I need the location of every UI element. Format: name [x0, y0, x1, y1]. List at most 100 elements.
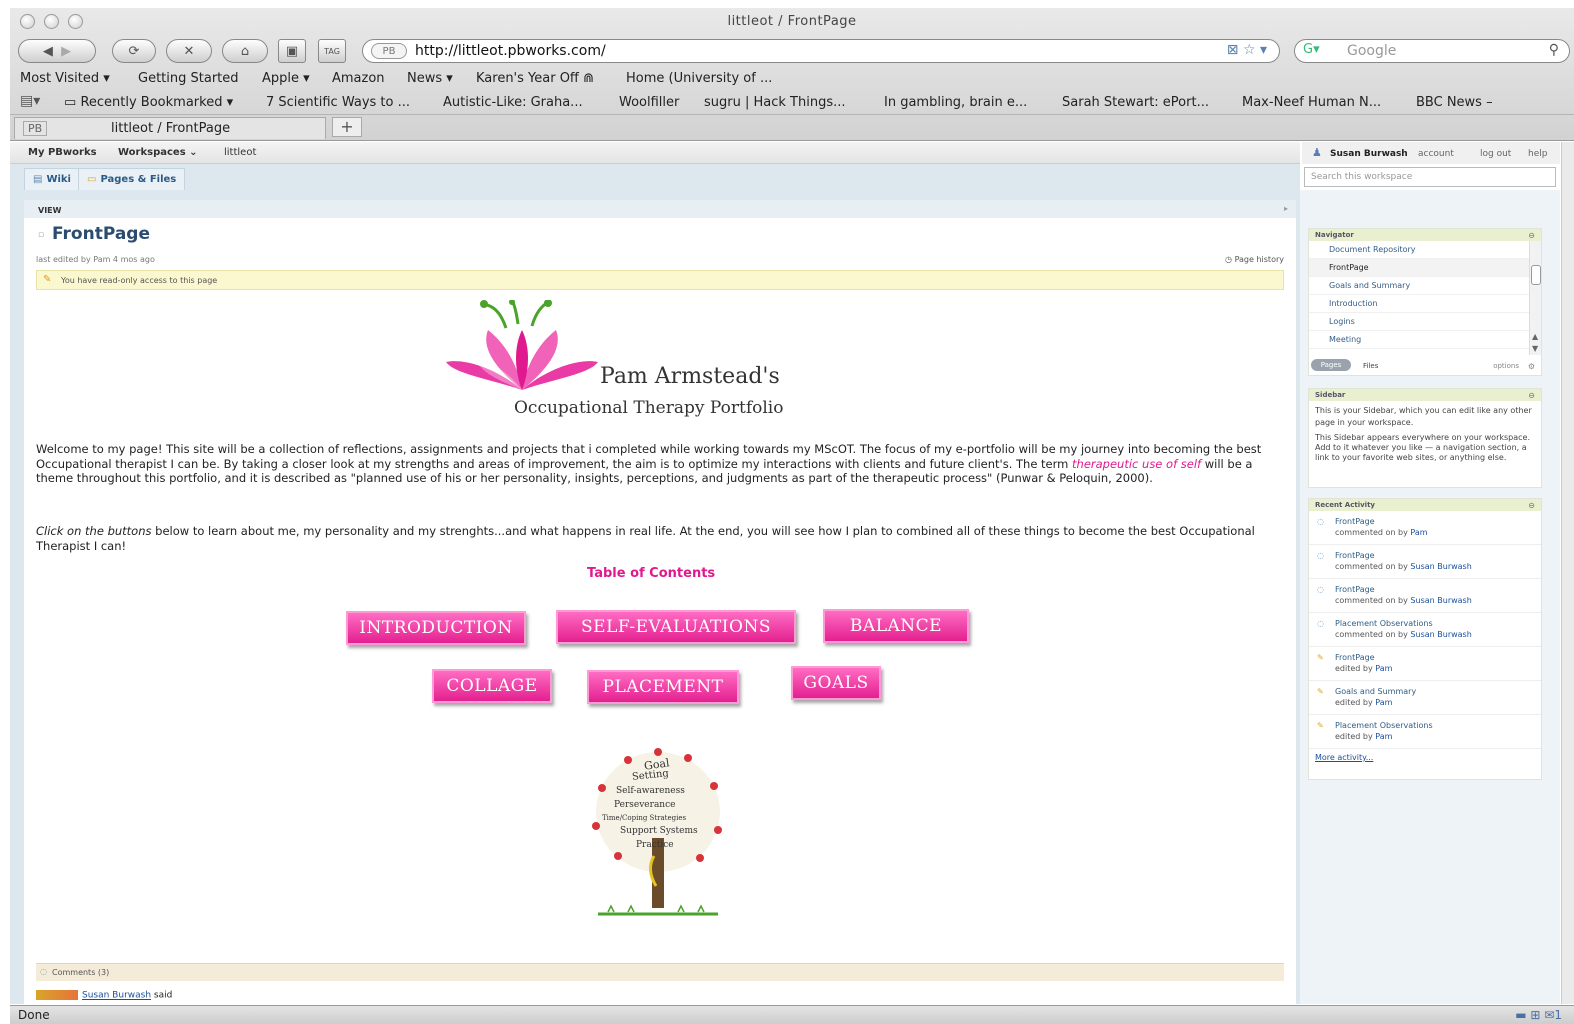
nav-item-logins[interactable]: Logins [1309, 313, 1541, 331]
bookmarks-menu-icon[interactable]: ▤▾ [20, 93, 40, 109]
collapse-icon[interactable]: ⊖ [1528, 501, 1535, 510]
nav-item-document-repository[interactable]: Document Repository [1309, 241, 1541, 259]
activity-user[interactable]: Pam [1375, 664, 1392, 673]
nav-item-meeting[interactable]: Meeting [1309, 331, 1541, 349]
google-icon[interactable]: G▾ [1303, 42, 1320, 57]
self-evaluations-button[interactable]: SELF-EVALUATIONS [556, 610, 796, 644]
breadcrumb-workspaces[interactable]: Workspaces ⌄ [118, 147, 198, 158]
status-bar: Done ▬ ⊞ ✉1 [10, 1005, 1574, 1024]
bookmark-getting-started[interactable]: Getting Started [138, 71, 239, 86]
activity-item[interactable]: ✎ Goals and Summary edited by Pam [1309, 681, 1541, 715]
scroll-up-icon[interactable]: ▲ [1532, 332, 1538, 341]
sidebar-text-2: This Sidebar appears everywhere on your … [1315, 433, 1531, 462]
comment-icon: ◌ [1317, 517, 1324, 526]
bookmark-home-university[interactable]: Home (University of ... [626, 71, 772, 86]
more-activity-link[interactable]: More activity... [1309, 749, 1541, 766]
goals-button[interactable]: GOALS [791, 666, 881, 700]
gear-icon[interactable]: ⚙ [1528, 362, 1535, 371]
read-only-notice: ✎ You have read-only access to this page [36, 270, 1284, 290]
status-icons[interactable]: ▬ ⊞ ✉1 [1515, 1008, 1562, 1022]
navigator-options-link[interactable]: options [1493, 362, 1519, 370]
browser-tab[interactable]: PB littleot / FrontPage [14, 117, 326, 139]
nav-item-goals-summary[interactable]: Goals and Summary [1309, 277, 1541, 295]
user-name[interactable]: Susan Burwash [1330, 149, 1408, 159]
stop-button[interactable]: ✕ [166, 39, 212, 63]
reload-button[interactable]: ⟳ [112, 39, 156, 63]
tree-word-coping: Time/Coping Strategies [602, 814, 687, 822]
commenter-link[interactable]: Susan Burwash [82, 991, 151, 1001]
activity-item[interactable]: ✎ FrontPage edited by Pam [1309, 647, 1541, 681]
balance-button[interactable]: BALANCE [823, 609, 969, 643]
activity-item[interactable]: ◌ FrontPage commented on by Susan Burwash [1309, 545, 1541, 579]
workspace-search-input[interactable]: Search this workspace [1304, 167, 1556, 187]
collapse-arrow-icon[interactable]: ▸ [1284, 204, 1288, 213]
back-forward-button[interactable]: ◀ ▶ [18, 39, 96, 63]
bookmark-news[interactable]: News ▾ [407, 71, 453, 86]
bookmark-sarah-stewart[interactable]: Sarah Stewart: ePort... [1062, 95, 1209, 110]
bookmark-most-visited[interactable]: Most Visited ▾ [20, 71, 110, 86]
log-out-link[interactable]: log out [1480, 149, 1511, 159]
pencil-icon: ✎ [1317, 721, 1324, 730]
activity-item[interactable]: ◌ Placement Observations commented on by S… [1309, 613, 1541, 647]
collage-button[interactable]: COLLAGE [432, 669, 552, 703]
bookmark-recently-bookmarked[interactable]: ▭ Recently Bookmarked ▾ [64, 95, 233, 110]
site-identity-badge[interactable]: PB [371, 43, 407, 59]
navigator-scrollbar[interactable]: ▲ ▼ [1529, 241, 1541, 355]
bookmark-gambling[interactable]: In gambling, brain e... [884, 95, 1027, 110]
search-placeholder: Google [1347, 43, 1397, 59]
page-scrollbar[interactable] [1561, 142, 1574, 1004]
url-bar[interactable]: PB http://littleot.pbworks.com/ ⊠ ☆ ▾ [362, 39, 1280, 63]
browser-chrome: littleot / FrontPage ◀ ▶ ⟳ ✕ ⌂ ▣ TAG PB … [10, 8, 1574, 141]
search-engine-box[interactable]: G▾ Google ⚲ [1294, 39, 1570, 63]
comments-bar[interactable]: ◌ Comments (3) [36, 963, 1284, 981]
instructions-text: below to learn about me, my personality … [36, 524, 1255, 553]
bookmark-sugru[interactable]: sugru | Hack Things... [704, 95, 846, 110]
bookmark-scientific-ways[interactable]: 7 Scientific Ways to ... [266, 95, 410, 110]
bookmark-amazon[interactable]: Amazon [332, 71, 385, 86]
rss-star-icons[interactable]: ⊠ ☆ ▾ [1227, 42, 1267, 58]
account-link[interactable]: account [1418, 149, 1454, 159]
tag-button[interactable]: TAG [318, 39, 346, 63]
breadcrumb-my-pbworks[interactable]: My PBworks [28, 147, 97, 158]
help-link[interactable]: help [1528, 149, 1547, 159]
bookmark-bbc-news[interactable]: BBC News – [1416, 95, 1493, 110]
tree-word-support: Support Systems [620, 826, 698, 836]
bookmark-karens-year-off[interactable]: Karen's Year Off ⋒ [476, 71, 594, 86]
bookmark-woolfiller[interactable]: Woolfiller [619, 95, 679, 110]
navigator-tab-files[interactable]: Files [1363, 362, 1378, 370]
nav-item-introduction[interactable]: Introduction [1309, 295, 1541, 313]
welcome-paragraph: Welcome to my page! This site will be a … [36, 442, 1276, 486]
activity-item[interactable]: ◌ FrontPage commented on by Susan Burwash [1309, 579, 1541, 613]
bookmark-apple[interactable]: Apple ▾ [262, 71, 310, 86]
home-button[interactable]: ⌂ [222, 39, 268, 63]
activity-user[interactable]: Pam [1375, 732, 1392, 741]
collapse-icon[interactable]: ⊖ [1528, 391, 1535, 400]
view-tab[interactable]: VIEW [24, 200, 1296, 218]
breadcrumb-littleot[interactable]: littleot [224, 147, 256, 158]
page-history-link[interactable]: ◷ Page history [1225, 255, 1284, 264]
table-of-contents-heading: Table of Contents [587, 566, 716, 581]
tab-pages-files[interactable]: ▭ Pages & Files [78, 168, 186, 190]
navigator-tab-pages[interactable]: Pages [1311, 359, 1351, 371]
bookmark-max-neef[interactable]: Max-Neef Human N... [1242, 95, 1381, 110]
scroll-thumb[interactable] [1531, 265, 1541, 285]
collapse-icon[interactable]: ⊖ [1528, 231, 1535, 240]
tab-wiki[interactable]: ▤ Wiki [24, 168, 80, 190]
bookmark-autistic-like[interactable]: Autistic-Like: Graha... [443, 95, 583, 110]
nav-item-frontpage[interactable]: FrontPage [1309, 259, 1541, 277]
activity-user[interactable]: Pam [1375, 698, 1392, 707]
url-text: http://littleot.pbworks.com/ [415, 43, 606, 59]
activity-user[interactable]: Susan Burwash [1410, 630, 1471, 639]
lotus-logo-icon [446, 300, 598, 390]
new-tab-button[interactable]: + [332, 117, 362, 137]
activity-user[interactable]: Pam [1410, 528, 1427, 537]
activity-item[interactable]: ✎ Placement Observations edited by Pam [1309, 715, 1541, 749]
scroll-down-icon[interactable]: ▼ [1532, 344, 1538, 353]
activity-item[interactable]: ◌ FrontPage commented on by Pam [1309, 511, 1541, 545]
magnifier-icon[interactable]: ⚲ [1549, 42, 1559, 58]
placement-button[interactable]: PLACEMENT [587, 670, 739, 704]
activity-user[interactable]: Susan Burwash [1410, 596, 1471, 605]
sidebar-toggle-button[interactable]: ▣ [278, 39, 306, 63]
introduction-button[interactable]: INTRODUCTION [346, 611, 526, 645]
activity-user[interactable]: Susan Burwash [1410, 562, 1471, 571]
